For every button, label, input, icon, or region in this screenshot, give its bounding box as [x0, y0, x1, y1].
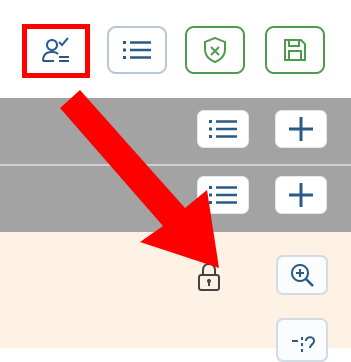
- zoom-in-icon: [291, 264, 314, 287]
- plus-icon: [289, 117, 313, 141]
- plus-icon: [289, 183, 313, 207]
- section-header-2: [0, 166, 351, 232]
- save-button[interactable]: [265, 26, 325, 74]
- list-button[interactable]: [107, 26, 167, 74]
- section-2-add-button[interactable]: [275, 176, 327, 214]
- content-area: [0, 232, 351, 362]
- user-check-icon: [42, 37, 69, 62]
- section-1-list-button[interactable]: [197, 110, 249, 148]
- list-icon: [209, 120, 237, 138]
- lock-icon: [197, 262, 221, 292]
- shield-button[interactable]: [185, 26, 245, 74]
- list-icon: [123, 41, 151, 59]
- zoom-in-button[interactable]: [276, 255, 328, 295]
- section-1-add-button[interactable]: [275, 110, 327, 148]
- toolbar: [0, 0, 351, 98]
- save-icon: [284, 39, 306, 61]
- shield-x-icon: [204, 36, 226, 64]
- section-2-list-button[interactable]: [197, 176, 249, 214]
- section-header-1: [0, 98, 351, 166]
- partial-button[interactable]: [276, 318, 328, 362]
- user-check-button[interactable]: [22, 24, 90, 78]
- partial-icon: [292, 336, 316, 353]
- list-icon: [209, 186, 237, 204]
